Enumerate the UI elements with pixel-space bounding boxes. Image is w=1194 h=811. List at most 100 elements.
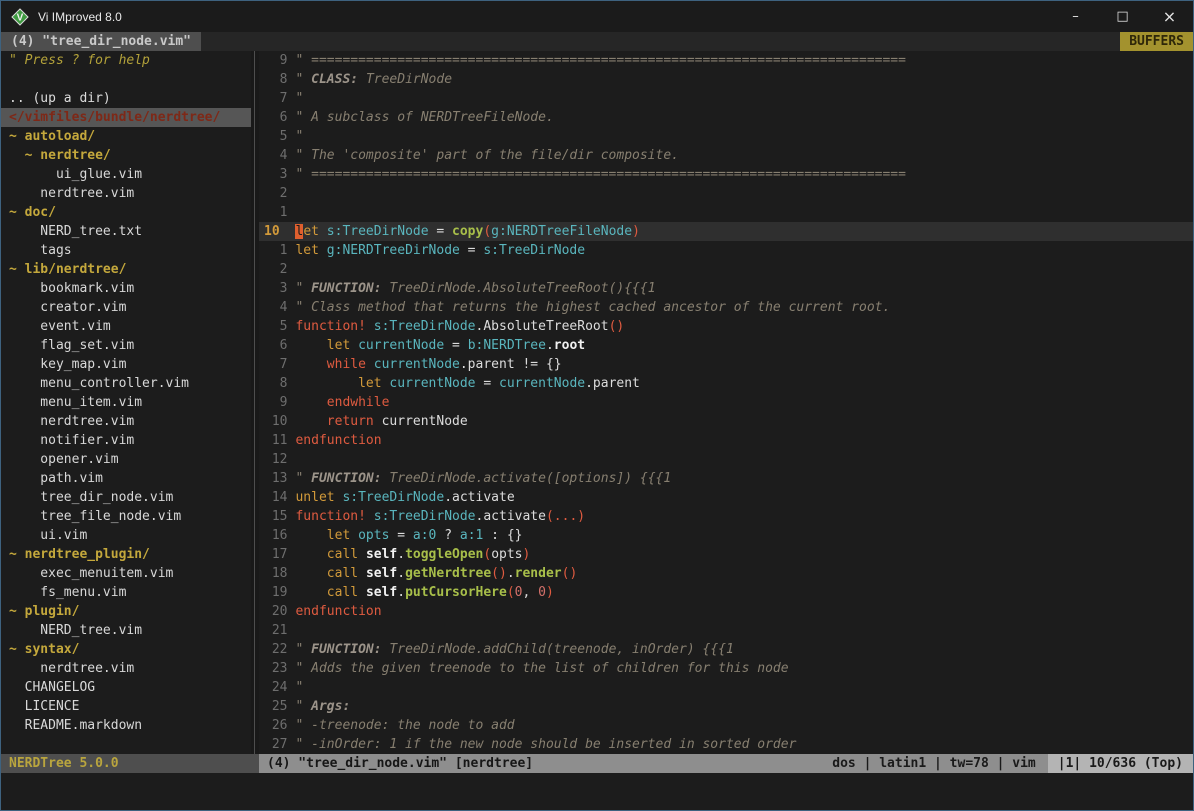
editor-line[interactable]: 4" Class method that returns the highest… xyxy=(259,298,1193,317)
tree-item-file[interactable]: flag_set.vim xyxy=(1,336,251,355)
line-number: 19 xyxy=(259,583,295,602)
editor-panel[interactable]: 9" =====================================… xyxy=(259,51,1193,754)
minimize-button[interactable]: – xyxy=(1052,1,1099,32)
tree-item-file[interactable]: nerdtree.vim xyxy=(1,659,251,678)
tree-item-file[interactable]: bookmark.vim xyxy=(1,279,251,298)
code-text: call self.getNerdtree().render() xyxy=(295,564,577,583)
tree-item-dir[interactable]: ~ nerdtree_plugin/ xyxy=(1,545,251,564)
editor-line[interactable]: 7" xyxy=(259,89,1193,108)
editor-line[interactable]: 9 endwhile xyxy=(259,393,1193,412)
command-line[interactable] xyxy=(1,773,1193,810)
tree-item-file[interactable]: NERD_tree.txt xyxy=(1,222,251,241)
tree-item-dir[interactable]: ~ plugin/ xyxy=(1,602,251,621)
editor-line[interactable]: 23" Adds the given treenode to the list … xyxy=(259,659,1193,678)
code-text: " Adds the given treenode to the list of… xyxy=(295,659,788,678)
editor-line[interactable]: 8 let currentNode = currentNode.parent xyxy=(259,374,1193,393)
tree-item-file[interactable]: ui_glue.vim xyxy=(1,165,251,184)
editor-line[interactable]: 7 while currentNode.parent != {} xyxy=(259,355,1193,374)
editor-line[interactable]: 2 xyxy=(259,184,1193,203)
tree-item-file[interactable]: creator.vim xyxy=(1,298,251,317)
tree-item-file[interactable]: README.markdown xyxy=(1,716,251,735)
svg-text:V: V xyxy=(17,12,24,23)
line-number: 15 xyxy=(259,507,295,526)
tree-item-file[interactable]: event.vim xyxy=(1,317,251,336)
code-text: " Class method that returns the highest … xyxy=(295,298,890,317)
code-text: let currentNode = b:NERDTree.root xyxy=(295,336,585,355)
line-number: 25 xyxy=(259,697,295,716)
tree-item-file[interactable]: tree_file_node.vim xyxy=(1,507,251,526)
editor-line[interactable]: 5function! s:TreeDirNode.AbsoluteTreeRoo… xyxy=(259,317,1193,336)
editor-line[interactable]: 21 xyxy=(259,621,1193,640)
tree-item-dir[interactable]: ~ nerdtree/ xyxy=(1,146,251,165)
tree-item-file[interactable]: opener.vim xyxy=(1,450,251,469)
editor-line[interactable]: 9" =====================================… xyxy=(259,51,1193,70)
line-number: 24 xyxy=(259,678,295,697)
line-number: 8 xyxy=(259,374,295,393)
buffer-tab[interactable]: (4) "tree_dir_node.vim" xyxy=(1,32,201,51)
editor-line[interactable]: 24" xyxy=(259,678,1193,697)
editor-line[interactable]: 1let g:NERDTreeDirNode = s:TreeDirNode xyxy=(259,241,1193,260)
tree-item-file[interactable]: CHANGELOG xyxy=(1,678,251,697)
close-icon: × xyxy=(1163,7,1176,26)
tree-item-file[interactable]: menu_item.vim xyxy=(1,393,251,412)
buffers-label[interactable]: BUFFERS xyxy=(1120,32,1193,51)
line-number: 13 xyxy=(259,469,295,488)
line-number: 9 xyxy=(259,51,295,70)
tree-item-dir[interactable]: ~ lib/nerdtree/ xyxy=(1,260,251,279)
tree-item-dir[interactable]: ~ syntax/ xyxy=(1,640,251,659)
editor-line[interactable]: 3" =====================================… xyxy=(259,165,1193,184)
tree-item-dir[interactable]: ~ autoload/ xyxy=(1,127,251,146)
editor-line[interactable]: 4" The 'composite' part of the file/dir … xyxy=(259,146,1193,165)
editor-line[interactable]: 16 let opts = a:0 ? a:1 : {} xyxy=(259,526,1193,545)
line-number: 14 xyxy=(259,488,295,507)
tree-item-dir[interactable]: ~ doc/ xyxy=(1,203,251,222)
editor-line[interactable]: 19 call self.putCursorHere(0, 0) xyxy=(259,583,1193,602)
tree-item-file[interactable]: path.vim xyxy=(1,469,251,488)
close-button[interactable]: × xyxy=(1146,1,1193,32)
main-area: " Press ? for help.. (up a dir)</vimfile… xyxy=(1,51,1193,754)
tree-item-file[interactable]: menu_controller.vim xyxy=(1,374,251,393)
code-text: endfunction xyxy=(295,602,381,621)
editor-line[interactable]: 17 call self.toggleOpen(opts) xyxy=(259,545,1193,564)
tree-item-updir[interactable]: .. (up a dir) xyxy=(1,89,251,108)
code-text: let s:TreeDirNode = copy(g:NERDTreeFileN… xyxy=(295,222,639,241)
editor-line[interactable]: 26" -treenode: the node to add xyxy=(259,716,1193,735)
editor-line[interactable]: 22" FUNCTION: TreeDirNode.addChild(treen… xyxy=(259,640,1193,659)
code-text: " xyxy=(295,678,311,697)
titlebar[interactable]: V Vi IMproved 8.0 – □ × xyxy=(1,1,1193,32)
editor-line[interactable]: 25" Args: xyxy=(259,697,1193,716)
editor-line[interactable]: 12 xyxy=(259,450,1193,469)
tree-item-root[interactable]: </vimfiles/bundle/nerdtree/ xyxy=(1,108,251,127)
tree-item-file[interactable]: tags xyxy=(1,241,251,260)
vertical-split-separator[interactable] xyxy=(251,51,259,754)
tree-item-file[interactable]: key_map.vim xyxy=(1,355,251,374)
tree-item-file[interactable]: LICENCE xyxy=(1,697,251,716)
tree-item-file[interactable]: tree_dir_node.vim xyxy=(1,488,251,507)
maximize-button[interactable]: □ xyxy=(1099,1,1146,32)
tree-item-file[interactable]: nerdtree.vim xyxy=(1,184,251,203)
editor-line[interactable]: 2 xyxy=(259,260,1193,279)
editor-line[interactable]: 3" FUNCTION: TreeDirNode.AbsoluteTreeRoo… xyxy=(259,279,1193,298)
editor-line-current[interactable]: 10 let s:TreeDirNode = copy(g:NERDTreeFi… xyxy=(259,222,1193,241)
editor-line[interactable]: 10 return currentNode xyxy=(259,412,1193,431)
tree-item-file[interactable]: fs_menu.vim xyxy=(1,583,251,602)
editor-line[interactable]: 13" FUNCTION: TreeDirNode.activate([opti… xyxy=(259,469,1193,488)
editor-line[interactable]: 20endfunction xyxy=(259,602,1193,621)
editor-line[interactable]: 27" -inOrder: 1 if the new node should b… xyxy=(259,735,1193,754)
tree-item-file[interactable]: nerdtree.vim xyxy=(1,412,251,431)
editor-line[interactable]: 8" CLASS: TreeDirNode xyxy=(259,70,1193,89)
editor-line[interactable]: 11endfunction xyxy=(259,431,1193,450)
tree-item-file[interactable]: notifier.vim xyxy=(1,431,251,450)
tree-item-file[interactable]: exec_menuitem.vim xyxy=(1,564,251,583)
line-number: 11 xyxy=(259,431,295,450)
editor-line[interactable]: 6" A subclass of NERDTreeFileNode. xyxy=(259,108,1193,127)
code-text: " xyxy=(295,89,311,108)
editor-line[interactable]: 18 call self.getNerdtree().render() xyxy=(259,564,1193,583)
tree-item-file[interactable]: ui.vim xyxy=(1,526,251,545)
editor-line[interactable]: 6 let currentNode = b:NERDTree.root xyxy=(259,336,1193,355)
editor-line[interactable]: 5" xyxy=(259,127,1193,146)
tree-item-file[interactable]: NERD_tree.vim xyxy=(1,621,251,640)
editor-line[interactable]: 1 xyxy=(259,203,1193,222)
editor-line[interactable]: 15function! s:TreeDirNode.activate(...) xyxy=(259,507,1193,526)
editor-line[interactable]: 14unlet s:TreeDirNode.activate xyxy=(259,488,1193,507)
